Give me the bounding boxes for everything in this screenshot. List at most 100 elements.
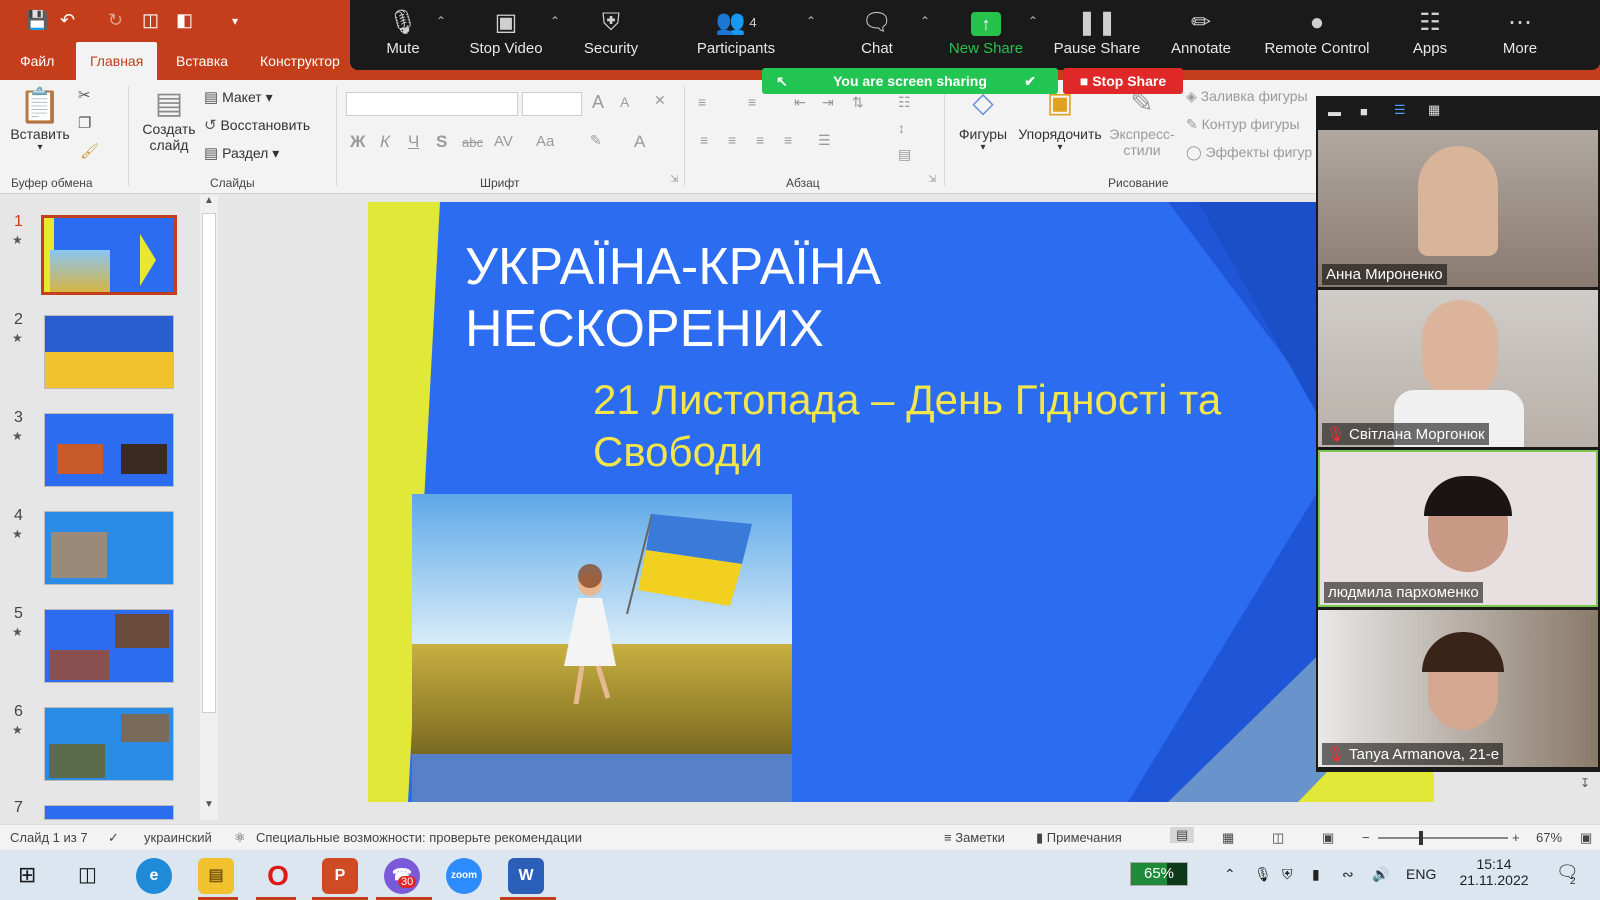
shapes-button[interactable]: ◇ Фигуры ▾ [952, 86, 1014, 153]
single-view-icon[interactable]: ■ [1360, 104, 1368, 119]
tab-design[interactable]: Конструктор [246, 42, 354, 80]
reset-button[interactable]: ↺ Восстановить [204, 116, 310, 134]
defender-shield-icon[interactable]: ⛨ [1282, 866, 1293, 883]
shape-fill-button[interactable]: ◈ Заливка фигуры [1186, 88, 1308, 105]
video-tile[interactable]: Анна Мироненко [1318, 130, 1598, 287]
task-view-icon[interactable]: ◫ [78, 862, 97, 887]
girl-with-flag-photo[interactable] [412, 494, 792, 802]
customize-qat-icon[interactable]: ▾ [232, 14, 238, 28]
line-spacing-icon[interactable]: ⇅ [852, 94, 864, 111]
arrange-button[interactable]: ▣ Упорядочить ▾ [1014, 86, 1106, 153]
tab-home[interactable]: Главная [76, 42, 158, 80]
chat-button[interactable]: 🗨 Chat [846, 6, 908, 66]
stop-video-button[interactable]: ▣ Stop Video [460, 6, 552, 66]
clear-format-icon[interactable]: ✕ [654, 92, 666, 109]
slide-thumbnail-2[interactable] [44, 315, 174, 389]
windows-start-icon[interactable]: ⊞ [18, 862, 36, 888]
slideshow-icon[interactable]: ◫ [142, 10, 159, 31]
powerpoint-icon[interactable]: P [322, 858, 358, 894]
zoom-out-icon[interactable]: − [1362, 830, 1370, 845]
scroll-up-icon[interactable]: ▲ [204, 195, 214, 206]
zoom-app-icon[interactable]: zoom [446, 858, 482, 894]
notes-button[interactable]: ≡ Заметки [944, 830, 1005, 845]
layout-icon[interactable]: ◧ [176, 10, 193, 31]
zoom-level[interactable]: 67% [1536, 830, 1562, 845]
copy-icon[interactable]: ❐ [78, 114, 91, 132]
chevron-up-icon[interactable]: ⌃ [920, 14, 930, 28]
quick-styles-button[interactable]: ✎ Экспресс- стили [1104, 86, 1180, 158]
normal-view-icon[interactable]: ▤ [1170, 827, 1195, 843]
chevron-up-icon[interactable]: ⌃ [1028, 14, 1038, 28]
decrease-indent-icon[interactable]: ⇤ [794, 94, 806, 111]
font-name-combo[interactable] [346, 92, 518, 116]
video-tile[interactable]: 🎙 Tanya Armanova, 21-e [1318, 610, 1598, 767]
chevron-up-icon[interactable]: ⌃ [550, 14, 560, 28]
strikethrough-button[interactable]: abc [462, 135, 483, 150]
grow-font-button[interactable]: A [592, 92, 604, 113]
chevron-up-icon[interactable]: ⌃ [436, 14, 446, 28]
new-share-button[interactable]: ↑ New Share [942, 6, 1030, 66]
slide-thumbnail-6[interactable] [44, 707, 174, 781]
wifi-icon[interactable]: ∾ [1342, 866, 1354, 883]
participants-button[interactable]: 👥 4 Participants [684, 6, 788, 66]
increase-indent-icon[interactable]: ⇥ [822, 94, 834, 111]
chevron-up-icon[interactable]: ⌃ [1224, 866, 1236, 883]
bold-button[interactable]: Ж [350, 132, 365, 152]
slide-thumbnail-7[interactable] [44, 805, 174, 820]
opera-icon[interactable]: O [260, 858, 296, 894]
slide-thumbnail-1[interactable] [41, 215, 177, 295]
bullets-icon[interactable]: ≡ [698, 94, 706, 110]
pause-share-button[interactable]: ❚❚ Pause Share [1050, 6, 1144, 66]
undo-icon[interactable]: ↶ [60, 10, 75, 31]
dialog-launcher-icon[interactable]: ⇲ [928, 174, 936, 185]
remote-control-button[interactable]: ● Remote Control [1254, 6, 1380, 66]
annotate-button[interactable]: ✏ Annotate [1160, 6, 1242, 66]
scroll-down-icon[interactable]: ▼ [204, 799, 214, 810]
minimize-icon[interactable]: ▬ [1328, 104, 1341, 119]
slide-sorter-icon[interactable]: ▦ [1222, 830, 1234, 846]
paste-button[interactable]: 📋 Вставить ▾ [10, 86, 70, 153]
thumbnail-scrollbar[interactable]: ▲ ▼ [200, 195, 218, 820]
font-size-combo[interactable] [522, 92, 582, 116]
slide-thumbnail-4[interactable] [44, 511, 174, 585]
strip-view-icon[interactable]: ☰ [1394, 102, 1406, 118]
fit-slide-icon[interactable]: ▣ [1580, 830, 1592, 846]
tab-insert[interactable]: Вставка [162, 42, 242, 80]
tab-file[interactable]: Файл [6, 42, 68, 80]
save-icon[interactable]: 💾 [26, 10, 48, 31]
word-icon[interactable]: W [508, 858, 544, 894]
current-slide[interactable]: УКРАЇНА-КРАЇНА НЕСКОРЕНИХ 21 Листопада –… [368, 202, 1434, 802]
shrink-font-button[interactable]: A [620, 94, 629, 110]
battery-widget[interactable]: 65% [1130, 862, 1188, 886]
chevron-down-icon[interactable]: ↧ [1580, 776, 1590, 790]
battery-icon[interactable]: ▮ [1312, 866, 1320, 883]
slideshow-view-icon[interactable]: ▣ [1322, 830, 1334, 846]
font-color-button[interactable]: A [634, 132, 645, 152]
character-spacing-button[interactable]: AV [494, 133, 513, 150]
clock[interactable]: 15:14 21.11.2022 [1452, 856, 1536, 888]
slide-thumbnail-3[interactable] [44, 413, 174, 487]
mute-button[interactable]: 🎙 Mute [372, 6, 434, 66]
align-text-icon[interactable]: ▤ [898, 146, 911, 163]
columns-icon[interactable]: ☷ [898, 94, 911, 111]
scrollbar-thumb[interactable] [202, 213, 216, 713]
section-button[interactable]: ▤ Раздел ▾ [204, 144, 279, 162]
stop-share-button[interactable]: ■ Stop Share [1063, 68, 1183, 94]
shadow-button[interactable]: S [436, 132, 447, 152]
comments-button[interactable]: ▮ Примечания [1036, 830, 1122, 846]
slide-thumbnail-5[interactable] [44, 609, 174, 683]
align-left-icon[interactable]: ≡ [700, 132, 708, 148]
spellcheck-icon[interactable]: ✓ [108, 830, 119, 846]
new-slide-button[interactable]: ▤ Создать слайд [138, 86, 200, 153]
input-language[interactable]: ENG [1406, 866, 1436, 882]
microphone-icon[interactable]: 🎙 [1254, 866, 1272, 883]
gallery-grid-icon[interactable]: ▦ [1428, 102, 1440, 118]
layout-button[interactable]: ▤ Макет ▾ [204, 88, 273, 106]
dialog-launcher-icon[interactable]: ⇲ [670, 174, 678, 185]
align-center-icon[interactable]: ≡ [728, 132, 736, 148]
highlight-icon[interactable]: ✎ [590, 132, 602, 149]
speaker-icon[interactable]: 🔊 [1372, 866, 1389, 883]
columns-icon[interactable]: ☰ [818, 132, 831, 149]
language-indicator[interactable]: украинский [144, 830, 212, 845]
text-direction-icon[interactable]: ↕ [898, 120, 905, 136]
